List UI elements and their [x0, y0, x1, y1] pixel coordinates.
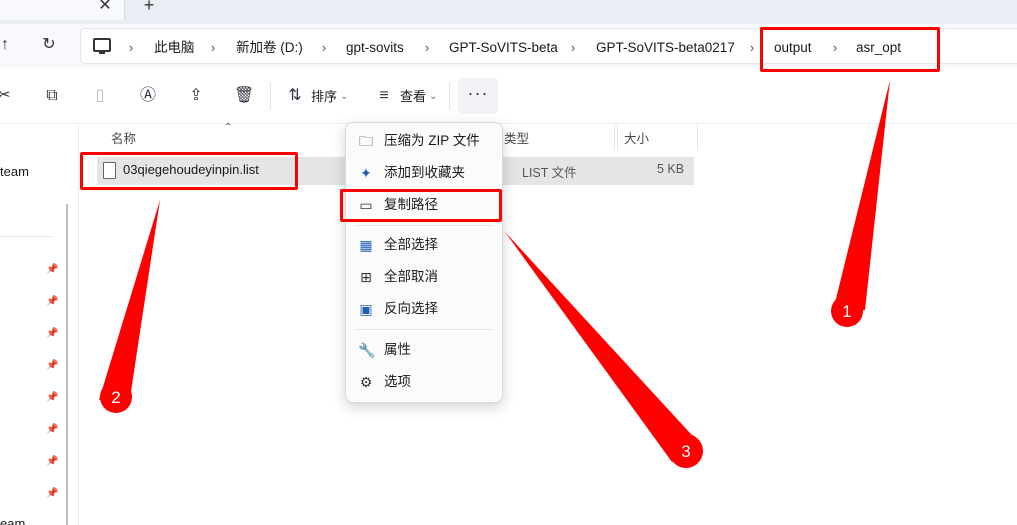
view-button[interactable]: 查看 [400, 88, 426, 106]
pin-icon: 📌 [46, 488, 59, 499]
menu-separator [354, 225, 494, 226]
column-header-name[interactable]: 名称 [111, 130, 136, 148]
breadcrumb-separator: › [128, 40, 134, 55]
highlight-box-copy-path [340, 189, 502, 222]
refresh-icon[interactable]: ↻ [38, 34, 60, 56]
menu-item-compress-zip[interactable]: 🗀 压缩为 ZIP 文件 [348, 126, 500, 156]
properties-icon: 🔧 [358, 342, 376, 358]
highlight-box-path [760, 27, 940, 72]
menu-item-invert-selection[interactable]: ▣ 反向选择 [348, 294, 500, 324]
menu-item-label: 全部选择 [384, 237, 438, 252]
navigation-pane: team 📌 📌 📌 📌 📌 📌 📌 📌 eam [0, 124, 78, 525]
menu-item-options[interactable]: ⚙ 选项 [348, 367, 500, 397]
menu-item-label: 属性 [384, 342, 411, 357]
sort-button[interactable]: 排序 [311, 88, 337, 106]
menu-item-add-favorites[interactable]: ✦ 添加到收藏夹 [348, 158, 500, 188]
pin-icon: 📌 [46, 424, 59, 435]
sort-icon[interactable]: ⇅ [285, 86, 305, 106]
breadcrumb-volume-d[interactable]: 新加卷 (D:) [236, 39, 303, 57]
menu-item-label: 添加到收藏夹 [384, 165, 465, 180]
breadcrumb-separator: › [424, 40, 430, 55]
paste-icon[interactable]: ▯ [90, 86, 110, 106]
breadcrumb-this-pc[interactable]: 此电脑 [154, 39, 195, 57]
up-arrow-icon[interactable]: ↑ [0, 34, 16, 56]
nav-divider [0, 236, 52, 237]
file-size: 5 KB [657, 162, 685, 176]
nav-scrollbar[interactable] [66, 204, 68, 525]
column-divider[interactable] [697, 124, 698, 150]
menu-item-properties[interactable]: 🔧 属性 [348, 335, 500, 365]
invert-selection-icon: ▣ [359, 301, 373, 317]
options-icon: ⚙ [359, 374, 373, 390]
chevron-down-icon: ⌄ [429, 91, 438, 102]
breadcrumb-separator: › [570, 40, 576, 55]
pin-icon: 📌 [46, 264, 59, 275]
tab-close-icon[interactable]: ✕ [96, 0, 114, 15]
column-header-type[interactable]: 类型 [504, 130, 529, 148]
breadcrumb-separator: › [749, 40, 755, 55]
more-options-menu: 🗀 压缩为 ZIP 文件 ✦ 添加到收藏夹 ▭ 复制路径 ▦ 全部选择 ⊞ 全部… [345, 122, 503, 403]
pin-icon: 📌 [46, 456, 59, 467]
menu-item-select-none[interactable]: ⊞ 全部取消 [348, 262, 500, 292]
pin-icon: ✦ [360, 165, 372, 181]
tab-active[interactable]: ✕ [0, 0, 125, 20]
breadcrumb-gpt-sovits-beta0217[interactable]: GPT-SoVITS-beta0217 [596, 39, 735, 57]
select-all-icon: ▦ [359, 237, 373, 253]
menu-separator [354, 329, 494, 330]
select-none-icon: ⊞ [360, 269, 372, 285]
menu-item-select-all[interactable]: ▦ 全部选择 [348, 230, 500, 260]
highlight-box-file [80, 152, 298, 190]
zip-icon: 🗀 [359, 133, 373, 149]
column-header-size[interactable]: 大小 [624, 130, 649, 148]
computer-icon [93, 38, 111, 54]
breadcrumb-separator: › [321, 40, 327, 55]
nav-item-team[interactable]: team [0, 164, 29, 179]
column-divider[interactable] [614, 124, 615, 150]
nav-item-team-bottom[interactable]: eam [0, 516, 25, 525]
breadcrumb-separator: › [210, 40, 216, 55]
file-type: LIST 文件 [522, 166, 577, 180]
breadcrumb-gpt-sovits-beta[interactable]: GPT-SoVITS-beta [449, 39, 558, 57]
menu-item-label: 选项 [384, 374, 411, 389]
rename-icon[interactable]: Ⓐ [138, 86, 158, 106]
copy-icon[interactable]: ⧉ [42, 86, 62, 106]
pin-icon: 📌 [46, 392, 59, 403]
sort-ascending-icon: ⌃ [224, 122, 233, 133]
pin-icon: 📌 [46, 328, 59, 339]
toolbar-divider [270, 82, 271, 110]
breadcrumb-gpt-sovits[interactable]: gpt-sovits [346, 39, 404, 57]
menu-item-label: 反向选择 [384, 301, 438, 316]
chevron-down-icon: ⌄ [340, 91, 349, 102]
command-bar: ✂ ⧉ ▯ Ⓐ ⇪ 🗑 ⇅ 排序 ⌄ ≡ 查看 ⌄ ··· [0, 68, 1017, 124]
share-icon[interactable]: ⇪ [186, 86, 206, 106]
new-tab-icon[interactable]: + [140, 0, 158, 14]
pin-icon: 📌 [46, 360, 59, 371]
menu-item-label: 压缩为 ZIP 文件 [384, 133, 480, 148]
more-options-button[interactable]: ··· [458, 78, 498, 114]
pin-icon: 📌 [46, 296, 59, 307]
delete-icon[interactable]: 🗑 [234, 86, 254, 106]
tab-strip: ✕ + [0, 0, 1017, 24]
menu-item-label: 全部取消 [384, 269, 438, 284]
toolbar-divider [449, 82, 450, 110]
cut-icon[interactable]: ✂ [0, 86, 14, 106]
view-icon[interactable]: ≡ [374, 86, 394, 106]
column-divider[interactable] [617, 124, 618, 150]
